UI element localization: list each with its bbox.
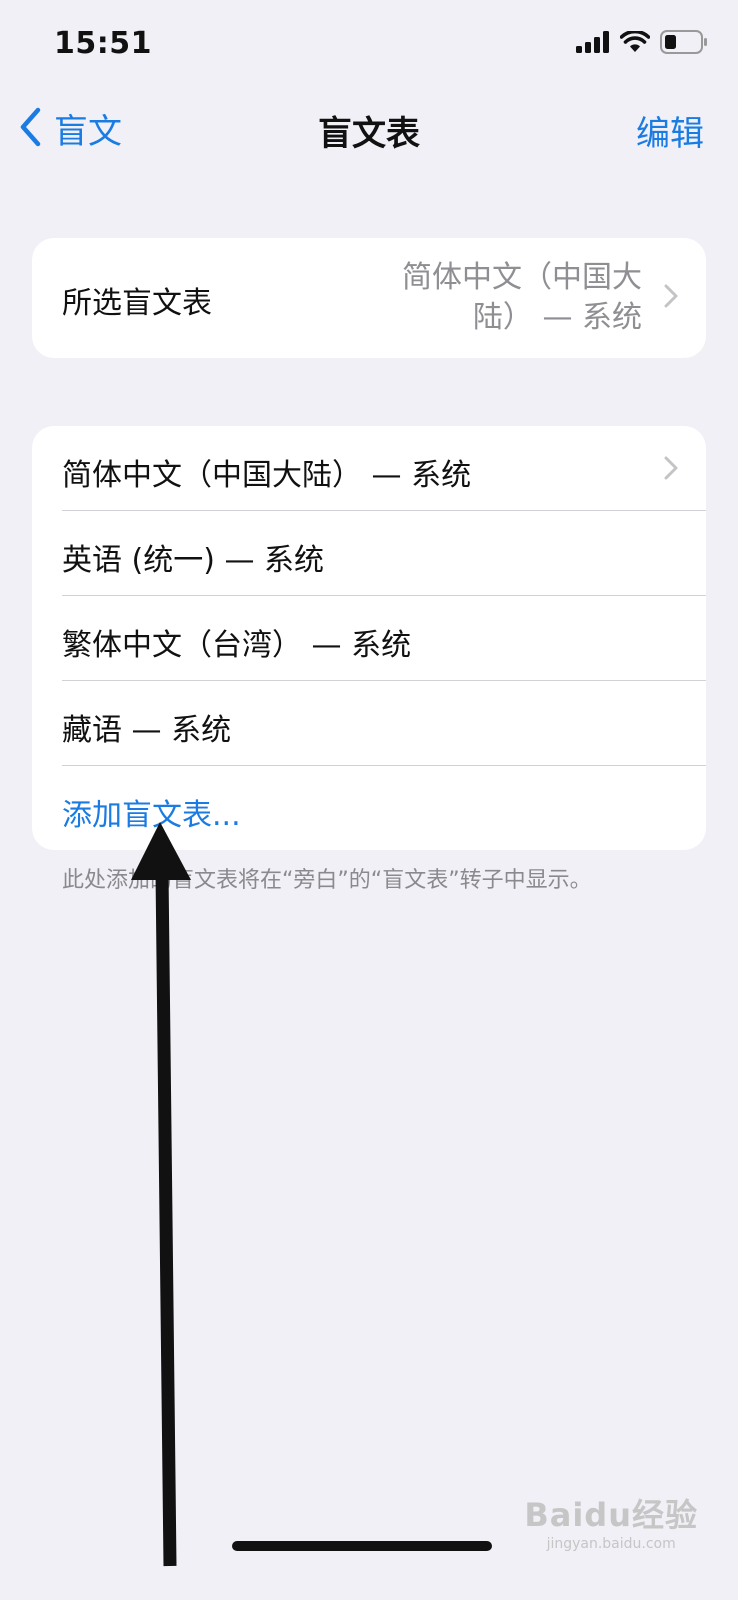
list-item-label: 繁体中文（台湾） — 系统: [62, 628, 412, 663]
list-item[interactable]: 繁体中文（台湾） — 系统: [32, 596, 706, 681]
status-icons: [576, 29, 708, 58]
chevron-right-icon: [664, 284, 678, 312]
list-item-label: 英语 (统一) — 系统: [62, 543, 325, 578]
selected-table-label: 所选盲文表: [62, 286, 212, 321]
selected-table-value: 简体中文（中国大陆） — 系统: [402, 260, 642, 335]
list-item-label: 简体中文（中国大陆） — 系统: [62, 458, 472, 493]
home-indicator[interactable]: [232, 1541, 492, 1551]
selected-table-row[interactable]: 所选盲文表 简体中文（中国大陆） — 系统: [32, 238, 706, 358]
add-braille-table-button[interactable]: 添加盲文表...: [32, 766, 706, 850]
page-title: 盲文表: [318, 114, 420, 154]
footer-note: 此处添加的盲文表将在“旁白”的“盲文表”转子中显示。: [62, 868, 592, 893]
edit-button[interactable]: 编辑: [636, 106, 704, 155]
battery-icon: [660, 30, 708, 58]
wifi-icon: [619, 29, 651, 57]
selected-table-card: 所选盲文表 简体中文（中国大陆） — 系统: [32, 238, 706, 358]
watermark: Baidu经验 jingyan.baidu.com: [524, 1490, 698, 1552]
watermark-brand: Baidu经验: [524, 1496, 698, 1534]
add-braille-table-label: 添加盲文表...: [62, 798, 241, 833]
watermark-sub: jingyan.baidu.com: [546, 1536, 676, 1552]
list-item-label: 藏语 — 系统: [62, 713, 232, 748]
status-time: 15:51: [54, 26, 152, 61]
signal-icon: [576, 31, 610, 57]
list-item[interactable]: 英语 (统一) — 系统: [32, 511, 706, 596]
list-item[interactable]: 藏语 — 系统: [32, 681, 706, 766]
list-item[interactable]: 简体中文（中国大陆） — 系统: [32, 426, 706, 511]
braille-tables-list: 简体中文（中国大陆） — 系统 英语 (统一) — 系统 繁体中文（台湾） — …: [32, 426, 706, 850]
chevron-right-icon: [664, 456, 678, 484]
